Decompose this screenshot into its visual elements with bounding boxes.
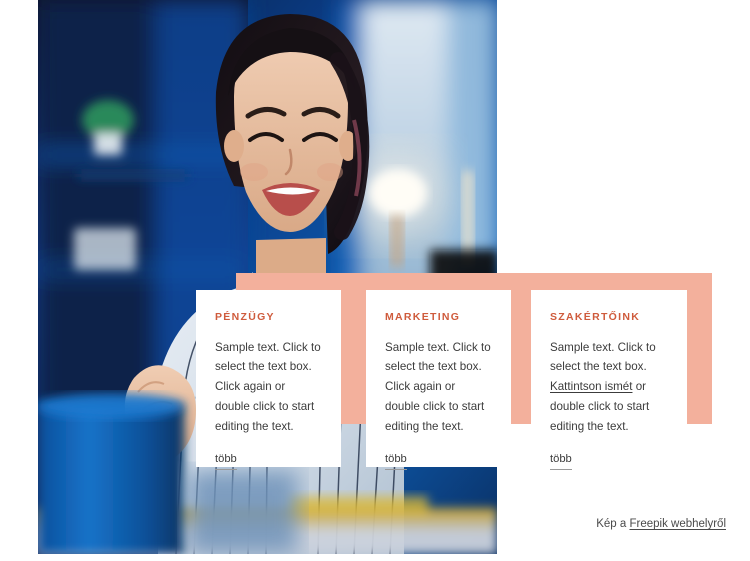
card-body: Sample text. Click to select the text bo… <box>215 338 322 438</box>
card-more-link[interactable]: több <box>550 452 572 470</box>
card-title: SZAKÉRTŐINK <box>550 311 641 323</box>
feature-card-szakertoink[interactable]: SZAKÉRTŐINK Sample text. Click to select… <box>531 290 687 470</box>
feature-card-marketing[interactable]: MARKETING Sample text. Click to select t… <box>366 290 511 470</box>
card-title: PÉNZÜGY <box>215 311 275 323</box>
card-body: Sample text. Click to select the text bo… <box>385 338 492 438</box>
card-more-link[interactable]: több <box>385 452 407 470</box>
image-credit-link[interactable]: Freepik webhelyről <box>629 518 726 530</box>
feature-card-penzugy[interactable]: PÉNZÜGY Sample text. Click to select the… <box>196 290 341 470</box>
card-inline-link[interactable]: Kattintson ismét <box>550 380 632 393</box>
card-title: MARKETING <box>385 311 461 323</box>
card-body-text: Sample text. Click to select the text bo… <box>215 340 321 434</box>
page-canvas: PÉNZÜGY Sample text. Click to select the… <box>0 0 750 561</box>
card-more-link[interactable]: több <box>215 452 237 470</box>
card-body-text-before: Sample text. Click to select the text bo… <box>550 340 656 374</box>
image-credit-prefix: Kép a <box>596 518 630 530</box>
image-credit: Kép a Freepik webhelyről <box>596 518 726 530</box>
card-body-text: Sample text. Click to select the text bo… <box>385 340 491 434</box>
card-body: Sample text. Click to select the text bo… <box>550 338 668 438</box>
